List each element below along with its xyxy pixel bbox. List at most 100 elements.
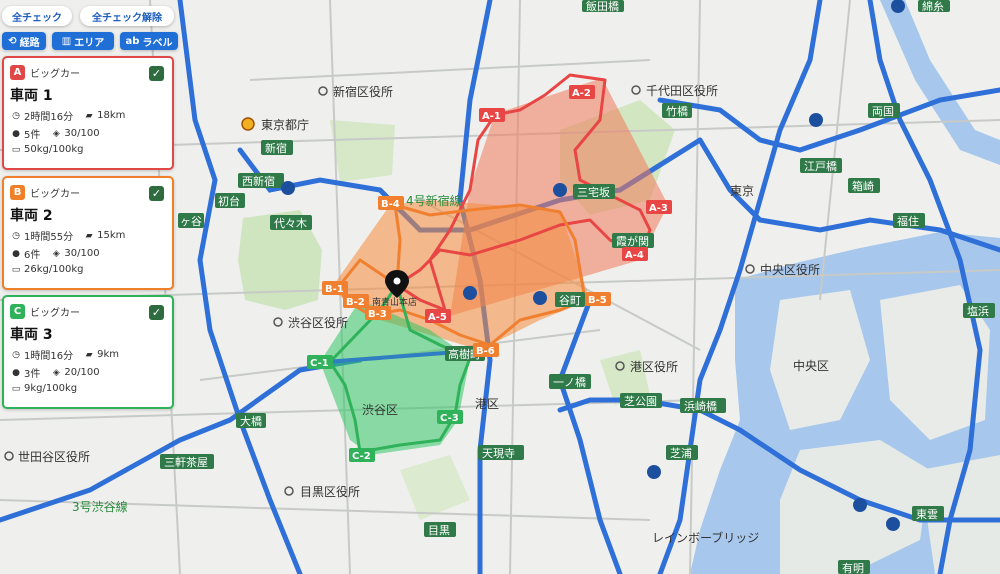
stop-label-b6: B-6	[476, 346, 495, 357]
stop-label-a3: A-3	[649, 203, 668, 214]
vehicle-type: ビッグカー	[30, 188, 80, 200]
station-meguro: 目黒	[428, 524, 450, 537]
clock-icon: ◷	[12, 349, 20, 360]
station-hamazakibashi: 浜崎橋	[684, 399, 717, 413]
chart-icon: ▥	[61, 35, 72, 47]
label-minato: 港区	[475, 397, 499, 411]
pa-icon	[281, 181, 295, 195]
vehicle-name: 車両 2	[10, 208, 53, 224]
station-iidabashi: 飯田橋	[586, 0, 619, 13]
uncheck-all-button[interactable]: 全チェック解除	[80, 6, 174, 26]
station-edobashi: 江戸橋	[804, 159, 837, 173]
box-icon: ◈	[52, 248, 60, 259]
route-icon: ⟲	[8, 35, 17, 47]
label-label: ラベル	[142, 37, 173, 49]
vehicle-distance: 18km	[97, 110, 126, 121]
stop-label-a4: A-4	[625, 250, 644, 261]
landmark-icon	[241, 117, 255, 131]
station-miyakezaka: 三宅坂	[577, 185, 610, 199]
vehicle-checkbox[interactable]: ✓	[149, 305, 164, 320]
vehicle-capacity: 30/100	[64, 128, 100, 139]
route-label: 経路	[19, 37, 40, 49]
vehicle-time: 2時間16分	[24, 112, 74, 123]
station-tengenji: 天現寺	[482, 447, 515, 460]
label-toggle-button[interactable]: ab ラベル	[120, 32, 178, 50]
label-chuo: 中央区	[793, 358, 829, 373]
jct-icon	[853, 498, 867, 512]
vehicle-checkbox[interactable]: ✓	[149, 66, 164, 81]
label-rainbow-bridge: レインボーブリッジ	[652, 530, 759, 545]
vehicle-load-row: ▭ 26kg/100kg	[10, 264, 172, 275]
check-icon: ✓	[151, 306, 162, 319]
area-toggle-button[interactable]: ▥ エリア	[52, 32, 114, 50]
station-hakozaki: 箱崎	[852, 179, 874, 193]
box-icon: ◈	[52, 128, 60, 139]
jct-icon	[886, 517, 900, 531]
label-chiyoda-ward: 千代田区役所	[646, 83, 718, 98]
clock-icon: ◷	[12, 230, 20, 241]
station-tanimachi: 谷町	[559, 294, 581, 307]
label-tokyo: 東京	[730, 184, 754, 198]
station-shinonome: 東雲	[916, 508, 938, 521]
stop-label-b3: B-3	[368, 309, 387, 320]
jct-icon	[463, 286, 477, 300]
stop-label-a2: A-2	[572, 88, 591, 99]
stop-label-c1: C-1	[310, 358, 329, 369]
vehicle-capacity: 30/100	[64, 248, 100, 259]
truck-icon: ▰	[85, 110, 93, 121]
station-shiohama: 塩浜	[967, 304, 989, 318]
label-shibuya: 渋谷区	[362, 403, 398, 417]
stop-label-b4: B-4	[381, 199, 400, 210]
label-meguro-ward: 目黒区役所	[300, 484, 360, 499]
weight-icon: ▭	[11, 264, 21, 275]
station-ryogoku: 両国	[872, 105, 894, 118]
vehicle-checkbox[interactable]: ✓	[149, 186, 164, 201]
station-kasumigaseki: 霞が関	[616, 234, 649, 248]
station-shibakoen: 芝公園	[624, 395, 657, 408]
vehicle-capacity: 20/100	[64, 367, 100, 378]
vehicle-stops-row: ● 6件 ◈ 30/100	[10, 246, 172, 261]
label-shibuya-ward: 渋谷区役所	[288, 315, 348, 330]
vehicle-name: 車両 3	[10, 327, 53, 343]
label-chuo-ward: 中央区役所	[760, 262, 820, 277]
vehicle-time: 1時間16分	[24, 351, 74, 362]
stop-label-c2: C-2	[352, 451, 371, 462]
box-icon: ◈	[52, 367, 60, 378]
vehicle-stops: 3件	[24, 369, 41, 380]
stop-label-c3: C-3	[440, 413, 459, 424]
route-toggle-button[interactable]: ⟲ 経路	[2, 32, 46, 50]
label-setagaya-ward: 世田谷区役所	[18, 449, 90, 464]
stop-label-b2: B-2	[346, 297, 365, 308]
station-takebashi: 竹橋	[666, 104, 688, 118]
vehicle-load: 26kg/100kg	[24, 264, 84, 275]
truck-icon: ▰	[85, 349, 93, 360]
vehicle-badge: A	[10, 64, 25, 80]
vehicle-card-a[interactable]: A ビッグカー ✓ 車両 1 ◷ 2時間16分 ▰ 18km ● 5件 ◈ 30/100…	[2, 56, 174, 170]
vehicle-time-row: ◷ 1時間16分 ▰ 9km	[10, 347, 172, 362]
vehicle-card-c[interactable]: C ビッグカー ✓ 車両 3 ◷ 1時間16分 ▰ 9km ● 3件 ◈ 20/100 …	[2, 295, 174, 409]
stop-label-b5: B-5	[588, 295, 607, 306]
vehicle-stops-row: ● 5件 ◈ 30/100	[10, 126, 172, 141]
vehicle-card-b[interactable]: B ビッグカー ✓ 車両 2 ◷ 1時間55分 ▰ 15km ● 6件 ◈ 30/100…	[2, 176, 174, 290]
stop-label-a1: A-1	[482, 111, 501, 122]
clock-icon: ◷	[12, 110, 20, 121]
pin-icon: ●	[12, 128, 20, 139]
jct-icon	[553, 183, 567, 197]
jct-icon	[533, 291, 547, 305]
label-shibuya-line: 3号渋谷線	[72, 499, 128, 514]
check-all-button[interactable]: 全チェック	[2, 6, 72, 26]
station-ohashi: 大橋	[240, 414, 262, 428]
station-ariake: 有明	[842, 561, 864, 574]
area-label: エリア	[74, 37, 105, 49]
station-hatsudai: 初台	[218, 194, 240, 208]
vehicle-badge: B	[10, 184, 25, 200]
vehicle-stops-row: ● 3件 ◈ 20/100	[10, 365, 172, 380]
pin-icon: ●	[12, 248, 20, 259]
truck-icon: ▰	[85, 230, 93, 241]
pa-icon	[647, 465, 661, 479]
vehicle-load: 50kg/100kg	[24, 144, 84, 155]
vehicle-time-row: ◷ 1時間55分 ▰ 15km	[10, 228, 172, 243]
vehicle-distance: 9km	[97, 349, 119, 360]
label-icon: ab	[125, 35, 140, 47]
station-shinjuku: 新宿	[265, 141, 287, 155]
